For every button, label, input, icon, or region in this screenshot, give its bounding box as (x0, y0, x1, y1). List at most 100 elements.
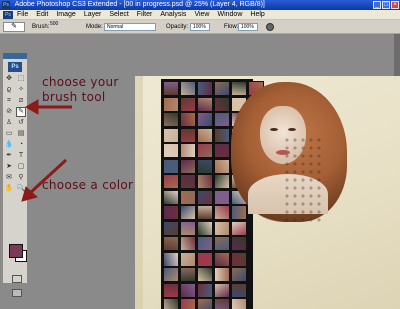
annotation-brush-line2: brush tool (42, 90, 106, 104)
toolbox: Ps ✥ ⬚ ϱ ✧ ⌗ ⧄ ⊘ ✎ ♙ ↺ ▭ ▤ 💧 ◔ ✒ T ➤ ▢ ✉… (2, 52, 28, 297)
photo-thumbnail (180, 174, 196, 189)
annotation-color: choose a color (42, 178, 134, 192)
eraser-tool-icon[interactable]: ▭ (4, 129, 14, 139)
photo-thumbnail (214, 267, 230, 282)
maximize-button[interactable]: □ (382, 1, 390, 9)
magic-wand-tool-icon[interactable]: ✧ (16, 85, 26, 95)
marquee-tool-icon[interactable]: ⬚ (16, 74, 26, 84)
photo-thumbnail (163, 282, 179, 298)
photo-thumbnail (197, 251, 213, 267)
photo-thumbnail (163, 143, 179, 158)
menu-bar: Ps File Edit Image Layer Select Filter A… (0, 10, 400, 20)
menu-layer[interactable]: Layer (84, 10, 102, 19)
eyedropper-tool-icon[interactable]: ⚲ (16, 173, 26, 183)
options-bar: ✎ Brush: 500 Mode: Normal Opacity: 100% … (0, 20, 400, 34)
tool-grid: ✥ ⬚ ϱ ✧ ⌗ ⧄ ⊘ ✎ ♙ ↺ ▭ ▤ 💧 ◔ ✒ T ➤ ▢ ✉ ⚲ … (3, 74, 27, 194)
photo-thumbnail (163, 158, 179, 174)
photo-thumbnail (197, 96, 213, 112)
type-tool-icon[interactable]: T (16, 151, 26, 161)
close-button[interactable]: × (391, 1, 399, 9)
gradient-tool-icon[interactable]: ▤ (16, 129, 26, 139)
brush-tool-icon[interactable]: ✎ (16, 107, 26, 117)
quick-mask-icon[interactable] (12, 275, 22, 283)
slice-tool-icon[interactable]: ⧄ (16, 96, 26, 106)
zoom-tool-icon[interactable]: 🔍 (16, 184, 26, 194)
lasso-tool-icon[interactable]: ϱ (4, 85, 14, 95)
hand-tool-icon[interactable]: ✋ (4, 184, 14, 194)
photo-thumbnail (214, 220, 230, 236)
photo-thumbnail (180, 251, 196, 267)
photo-thumbnail (214, 236, 230, 251)
menu-filter[interactable]: Filter (137, 10, 153, 19)
path-selection-tool-icon[interactable]: ➤ (4, 162, 14, 172)
menu-select[interactable]: Select (109, 10, 128, 19)
menu-view[interactable]: View (194, 10, 209, 19)
photo-thumbnail (163, 174, 179, 189)
photo-thumbnail (197, 298, 213, 309)
photo-thumbnail (180, 205, 196, 220)
clone-stamp-tool-icon[interactable]: ♙ (4, 118, 14, 128)
ink-splatter (283, 136, 323, 226)
photo-thumbnail (197, 236, 213, 251)
minimize-button[interactable]: _ (373, 1, 381, 9)
menu-analysis[interactable]: Analysis (160, 10, 186, 19)
dodge-tool-icon[interactable]: ◔ (16, 140, 26, 150)
menu-window[interactable]: Window (217, 10, 242, 19)
photo-thumbnail (214, 282, 230, 298)
brush-label: Brush: (32, 24, 50, 30)
photo-thumbnail (180, 158, 196, 174)
move-tool-icon[interactable]: ✥ (4, 74, 14, 84)
photo-thumbnail (197, 127, 213, 143)
ps-menu-icon[interactable]: Ps (3, 11, 13, 19)
portrait-eye-left (270, 128, 278, 131)
photo-thumbnail (163, 127, 179, 143)
flow-value: 100% (241, 24, 254, 30)
photo-thumbnail (163, 81, 179, 96)
photo-thumbnail (197, 112, 213, 127)
flow-label: Flow: (224, 24, 239, 30)
menu-edit[interactable]: Edit (36, 10, 48, 19)
photo-thumbnail (180, 220, 196, 236)
mode-label: Mode: (86, 24, 103, 30)
healing-brush-tool-icon[interactable]: ⊘ (4, 107, 14, 117)
title-bar: Ps Adobe Photoshop CS3 Extended - [00 in… (0, 0, 400, 10)
photo-thumbnail (163, 267, 179, 282)
photo-thumbnail (163, 112, 179, 127)
photo-thumbnail (231, 236, 247, 251)
mode-select[interactable]: Normal (104, 23, 156, 31)
photo-thumbnail (197, 220, 213, 236)
history-brush-tool-icon[interactable]: ↺ (16, 118, 26, 128)
photo-thumbnail (231, 251, 247, 267)
foreground-color-swatch[interactable] (9, 244, 23, 258)
flow-input[interactable]: 100% (238, 23, 258, 31)
photo-thumbnail (197, 282, 213, 298)
tool-preset-picker[interactable]: ✎ (3, 22, 25, 32)
shape-tool-icon[interactable]: ▢ (16, 162, 26, 172)
photo-thumbnail (197, 267, 213, 282)
menu-file[interactable]: File (17, 10, 28, 19)
photo-thumbnail (180, 143, 196, 158)
pen-tool-icon[interactable]: ✒ (4, 151, 14, 161)
photo-thumbnail (180, 112, 196, 127)
notes-tool-icon[interactable]: ✉ (4, 173, 14, 183)
annotation-brush-line1: choose your (42, 75, 119, 89)
photo-thumbnail (197, 205, 213, 220)
menu-image[interactable]: Image (56, 10, 75, 19)
document-canvas[interactable] (135, 76, 400, 309)
photo-thumbnail (180, 298, 196, 309)
photo-thumbnail (231, 282, 247, 298)
photo-thumbnail (231, 298, 247, 309)
opacity-input[interactable]: 100% (190, 23, 210, 31)
toolbox-header[interactable] (3, 53, 27, 59)
opacity-label: Opacity: (166, 24, 189, 30)
blur-tool-icon[interactable]: 💧 (4, 140, 14, 150)
window-controls: _ □ × (373, 1, 399, 9)
brush-size[interactable]: 500 (50, 17, 58, 31)
photo-thumbnail (163, 220, 179, 236)
airbrush-icon[interactable] (266, 23, 274, 31)
screen-mode-icon[interactable] (12, 289, 22, 297)
menu-help[interactable]: Help (250, 10, 264, 19)
crop-tool-icon[interactable]: ⌗ (4, 96, 14, 106)
photoshop-logo: Ps (8, 62, 22, 72)
photo-thumbnail (180, 81, 196, 96)
